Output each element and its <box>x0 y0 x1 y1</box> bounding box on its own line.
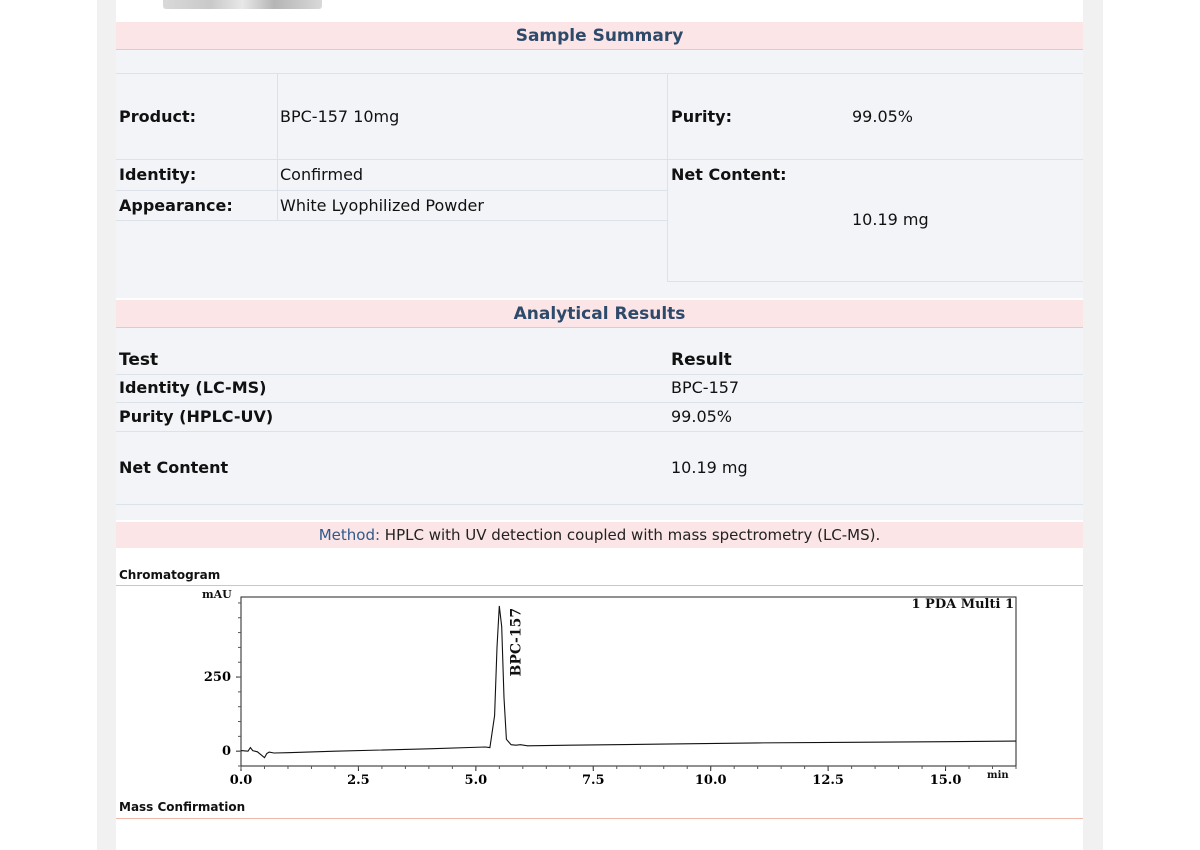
row-divider <box>116 159 1083 160</box>
analytical-results-panel: Test Result Identity (LC-MS) BPC-157 Pur… <box>116 328 1083 520</box>
x-tick-label: 15.0 <box>930 773 962 788</box>
y-axis-label: mAU <box>202 588 232 601</box>
page-gutter-right <box>1083 0 1103 850</box>
plot-frame <box>240 596 1017 767</box>
section-rule <box>116 818 1083 819</box>
y-tick-label: 0 <box>222 744 231 759</box>
x-axis-label: min <box>987 770 1009 781</box>
chart-legend: 1 PDA Multi 1 <box>911 597 1014 612</box>
identity-label: Identity: <box>119 165 197 184</box>
row-divider <box>116 190 667 191</box>
chromatogram-chart: 0.0 2.5 5.0 7.5 10.0 12.5 15.0 0 250 mAU min 1 P… <box>202 588 1017 788</box>
row-divider <box>116 73 1083 74</box>
x-tick-label: 12.5 <box>812 773 844 788</box>
test-name: Net Content <box>119 458 229 477</box>
product-image <box>163 0 322 9</box>
test-result: 10.19 mg <box>671 458 748 477</box>
test-name: Purity (HPLC-UV) <box>119 407 274 426</box>
net-content-label: Net Content: <box>671 165 787 184</box>
x-tick-label: 0.0 <box>230 773 253 788</box>
sample-summary-title: Sample Summary <box>116 22 1083 50</box>
x-tick-label: 10.0 <box>695 773 727 788</box>
x-tick-label: 7.5 <box>582 773 605 788</box>
test-result: 99.05% <box>671 407 733 426</box>
product-value: BPC-157 10mg <box>280 107 400 126</box>
method-text: HPLC with UV detection coupled with mass… <box>380 526 881 544</box>
peak-label: BPC-157 <box>508 608 524 677</box>
test-name: Identity (LC-MS) <box>119 378 267 397</box>
chromatogram-label: Chromatogram <box>119 568 221 582</box>
row-divider <box>116 431 1083 432</box>
row-divider <box>116 220 667 221</box>
net-content-value: 10.19 mg <box>852 210 929 229</box>
product-label: Product: <box>119 107 196 126</box>
appearance-label: Appearance: <box>119 196 233 215</box>
test-column-header: Test <box>119 350 159 370</box>
x-tick-label: 2.5 <box>347 773 370 788</box>
row-divider <box>667 281 1083 282</box>
y-tick-label: 250 <box>204 670 231 685</box>
col-divider <box>667 73 668 281</box>
result-column-header: Result <box>671 350 732 370</box>
purity-value: 99.05% <box>852 107 914 126</box>
method-banner: Method: HPLC with UV detection coupled w… <box>116 522 1083 548</box>
x-tick-label: 5.0 <box>465 773 488 788</box>
purity-label: Purity: <box>671 107 732 126</box>
appearance-value: White Lyophilized Powder <box>280 196 484 215</box>
identity-value: Confirmed <box>280 165 364 184</box>
analytical-results-title: Analytical Results <box>116 300 1083 328</box>
col-divider <box>277 73 278 220</box>
mass-confirmation-label: Mass Confirmation <box>119 800 246 814</box>
row-divider <box>116 374 1083 375</box>
row-divider <box>116 504 1083 505</box>
method-key: Method: <box>318 526 381 544</box>
test-result: BPC-157 <box>671 378 740 397</box>
row-divider <box>116 402 1083 403</box>
sample-summary-panel: Product: BPC-157 10mg Purity: 99.05% Ide… <box>116 50 1083 298</box>
page-gutter-left <box>97 0 116 850</box>
